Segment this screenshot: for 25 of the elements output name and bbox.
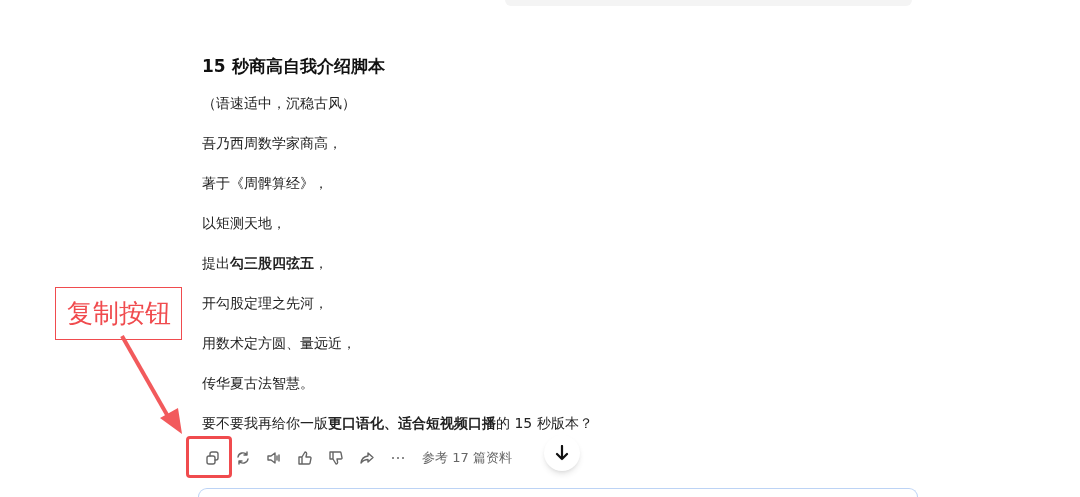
response-title: 15 秒商高自我介绍脚本 bbox=[202, 55, 386, 78]
annotation-label: 复制按钮 bbox=[55, 287, 182, 340]
copy-icon bbox=[204, 450, 220, 466]
response-paragraph: 以矩测天地， bbox=[202, 214, 287, 233]
thumbs-up-icon bbox=[297, 450, 313, 466]
response-paragraph: 提出勾三股四弦五， bbox=[202, 254, 329, 273]
highlight-frame bbox=[186, 436, 232, 478]
speaker-icon bbox=[266, 450, 282, 466]
message-input[interactable] bbox=[198, 488, 918, 497]
response-paragraph: 要不要我再给你一版更口语化、适合短视频口播的 15 秒版本？ bbox=[202, 414, 594, 433]
response-paragraph: 吾乃西周数学家商高， bbox=[202, 134, 343, 153]
share-icon bbox=[359, 450, 375, 466]
references-link[interactable]: 参考 17 篇资料 bbox=[422, 448, 512, 468]
response-paragraph: （语速适中，沉稳古风） bbox=[202, 94, 357, 113]
scroll-down-button[interactable] bbox=[544, 435, 580, 471]
response-paragraph: 著于《周髀算经》， bbox=[202, 174, 329, 193]
thumbs-down-icon bbox=[328, 450, 344, 466]
more-icon bbox=[391, 456, 405, 460]
arrow-down-icon bbox=[555, 445, 569, 461]
response-paragraph: 传华夏古法智慧。 bbox=[202, 374, 315, 393]
like-button[interactable] bbox=[295, 448, 315, 468]
refresh-icon bbox=[235, 450, 251, 466]
response-paragraph: 开勾股定理之先河， bbox=[202, 294, 329, 313]
response-paragraph: 用数术定方圆、量远近， bbox=[202, 334, 357, 353]
dislike-button[interactable] bbox=[326, 448, 346, 468]
